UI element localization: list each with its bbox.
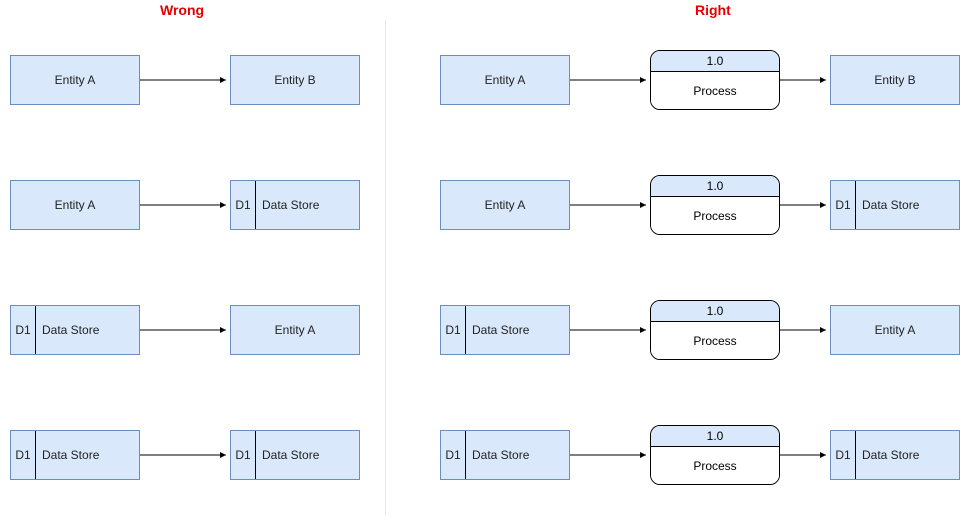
data-store: D1 Data Store — [440, 305, 570, 355]
entity-b: Entity B — [830, 55, 960, 105]
diagram-canvas: Wrong Right Entity A Entity B Entity A D… — [0, 0, 962, 526]
data-store-id: D1 — [11, 431, 36, 479]
data-store: D1 Data Store — [230, 180, 360, 230]
entity-a: Entity A — [440, 180, 570, 230]
data-store-id: D1 — [831, 431, 856, 479]
data-store: D1 Data Store — [440, 430, 570, 480]
data-store-label: Data Store — [256, 431, 359, 479]
entity-a: Entity A — [440, 55, 570, 105]
data-store: D1 Data Store — [10, 305, 140, 355]
data-store-label: Data Store — [856, 181, 959, 229]
process-label: Process — [651, 197, 779, 234]
process-id: 1.0 — [651, 51, 779, 72]
process-id: 1.0 — [651, 426, 779, 447]
data-store-label: Data Store — [36, 431, 139, 479]
data-store: D1 Data Store — [830, 180, 960, 230]
data-store: D1 Data Store — [830, 430, 960, 480]
data-store: D1 Data Store — [10, 430, 140, 480]
data-store-id: D1 — [441, 431, 466, 479]
data-store-label: Data Store — [856, 431, 959, 479]
entity-a: Entity A — [10, 55, 140, 105]
process-label: Process — [651, 447, 779, 484]
process: 1.0 Process — [650, 50, 780, 110]
process-id: 1.0 — [651, 176, 779, 197]
data-store: D1 Data Store — [230, 430, 360, 480]
data-store-label: Data Store — [466, 306, 569, 354]
process: 1.0 Process — [650, 425, 780, 485]
data-store-id: D1 — [11, 306, 36, 354]
header-wrong: Wrong — [160, 2, 204, 18]
entity-a: Entity A — [830, 305, 960, 355]
process: 1.0 Process — [650, 175, 780, 235]
process-label: Process — [651, 72, 779, 109]
data-store-id: D1 — [231, 431, 256, 479]
data-store-id: D1 — [831, 181, 856, 229]
data-store-label: Data Store — [256, 181, 359, 229]
entity-a: Entity A — [10, 180, 140, 230]
data-store-label: Data Store — [466, 431, 569, 479]
entity-a: Entity A — [230, 305, 360, 355]
data-store-label: Data Store — [36, 306, 139, 354]
process: 1.0 Process — [650, 300, 780, 360]
column-divider — [385, 20, 386, 515]
entity-b: Entity B — [230, 55, 360, 105]
header-right: Right — [695, 2, 731, 18]
data-store-id: D1 — [441, 306, 466, 354]
process-id: 1.0 — [651, 301, 779, 322]
process-label: Process — [651, 322, 779, 359]
data-store-id: D1 — [231, 181, 256, 229]
